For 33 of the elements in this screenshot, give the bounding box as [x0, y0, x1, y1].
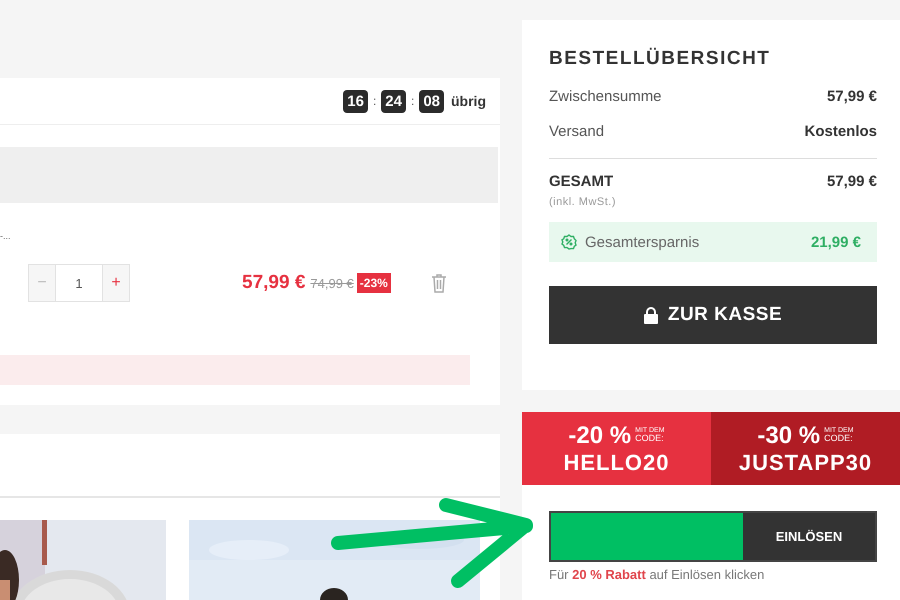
discount-icon: [561, 234, 577, 250]
promo-caption: CODE:: [635, 434, 665, 444]
savings-label: Gesamtersparnis: [585, 234, 700, 250]
promo-code: HELLO20: [563, 450, 670, 476]
total-value: 57,99 €: [826, 173, 877, 190]
promo-caption: CODE:: [824, 434, 854, 444]
timer-hours: 16: [343, 90, 368, 113]
lock-icon: [644, 306, 658, 324]
summary-value: Kostenlos: [804, 123, 877, 140]
coupon-hint: Für 20 % Rabatt auf Einlösen klicken: [549, 567, 766, 582]
timer-seconds: 08: [419, 90, 444, 113]
timer-label: übrig: [451, 93, 486, 110]
product-title: -...: [0, 231, 12, 242]
promo-percent: -30 %: [757, 422, 820, 450]
promo-code: JUSTAPP30: [738, 450, 872, 476]
tax-note: (inkl. MwSt.): [549, 196, 617, 208]
promo-percent: -20 %: [568, 422, 632, 450]
savings-value: 21,99 €: [810, 234, 861, 250]
timer-separator: :: [410, 94, 414, 108]
summary-label: Versand: [549, 123, 604, 140]
product-price: 57,99 €: [242, 272, 306, 294]
timer-separator: :: [372, 94, 376, 108]
trash-icon[interactable]: [430, 273, 447, 294]
increase-button[interactable]: +: [102, 264, 130, 302]
timer-minutes: 24: [381, 90, 406, 113]
old-price: 74,99 €: [310, 276, 354, 291]
checkout-button[interactable]: ZUR KASSE: [549, 286, 877, 344]
summary-label: Zwischensumme: [549, 88, 662, 105]
summary-title: BESTELLÜBERSICHT: [549, 48, 772, 70]
summary-value: 57,99 €: [826, 88, 877, 105]
discount-badge: -23%: [356, 273, 391, 294]
quantity-field[interactable]: 1: [56, 264, 102, 302]
total-label: GESAMT: [549, 173, 614, 190]
